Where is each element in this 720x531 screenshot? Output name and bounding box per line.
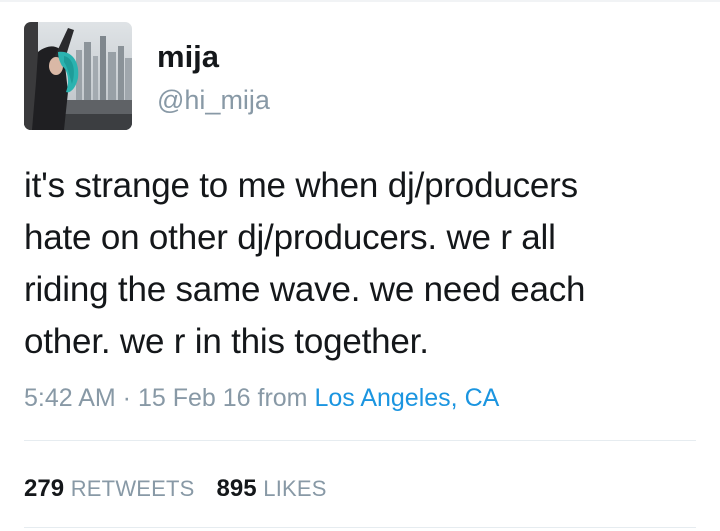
retweets-stat[interactable]: 279 RETWEETS: [24, 472, 195, 506]
likes-label: LIKES: [263, 476, 327, 501]
likes-stat[interactable]: 895 LIKES: [217, 472, 327, 506]
tweet-text-line: it's strange to me when dj/producers: [24, 166, 578, 205]
tweet-meta: 5:42 AM · 15 Feb 16 from Los Angeles, CA: [24, 380, 499, 416]
tweet-date[interactable]: 15 Feb 16: [138, 384, 251, 412]
display-name[interactable]: mija: [157, 37, 219, 77]
retweets-count: 279: [24, 475, 65, 502]
tweet-text: it's strange to me when dj/producers hat…: [24, 160, 704, 368]
user-handle[interactable]: @hi_mija: [157, 82, 270, 118]
meta-separator: ·: [115, 384, 138, 412]
tweet-text-line: other. we r in this together.: [24, 322, 429, 361]
divider: [24, 440, 696, 441]
avatar-photo: [24, 22, 132, 130]
tweet-text-line: riding the same wave. we need each: [24, 270, 586, 309]
divider: [24, 527, 696, 528]
likes-count: 895: [216, 475, 257, 502]
location-link[interactable]: Los Angeles, CA: [314, 384, 499, 412]
tweet-stats: 279 RETWEETS 895 LIKES: [24, 472, 327, 506]
avatar[interactable]: [24, 22, 132, 130]
from-label: from: [250, 384, 315, 412]
top-divider: [0, 0, 720, 2]
tweet-text-line: hate on other dj/producers. we r all: [24, 218, 556, 257]
tweet-detail: mija @hi_mija it's strange to me when dj…: [0, 0, 720, 531]
retweets-label: RETWEETS: [70, 476, 195, 501]
tweet-time[interactable]: 5:42 AM: [24, 384, 116, 412]
